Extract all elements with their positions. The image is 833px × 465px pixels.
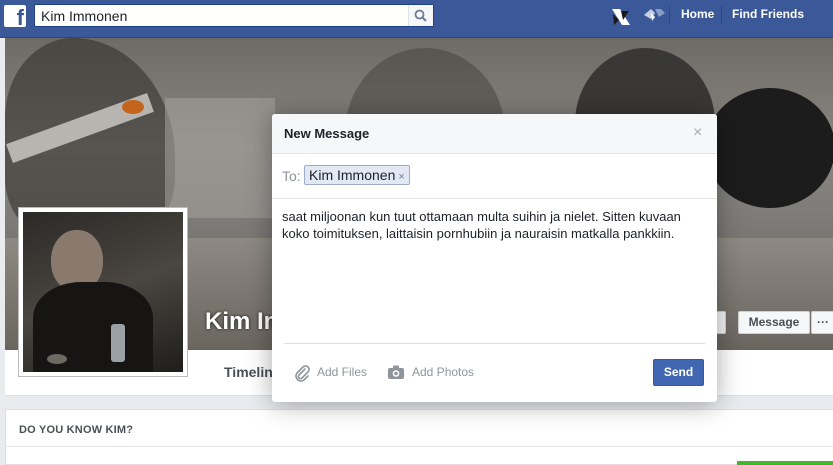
top-navigation-bar: f Home Find Friends: [0, 0, 833, 38]
nav-home-link[interactable]: Home: [681, 7, 714, 21]
nav-separator: [721, 6, 722, 24]
new-message-dialog: New Message × To: Kim Immonen × saat milj…: [272, 114, 717, 402]
recipient-field[interactable]: To: Kim Immonen ×: [272, 154, 717, 199]
dialog-divider: [284, 343, 705, 344]
close-icon[interactable]: ×: [693, 125, 702, 141]
add-files-label: Add Files: [317, 365, 368, 379]
user-avatar-icon[interactable]: [610, 6, 632, 28]
friend-requests-icon[interactable]: [643, 7, 667, 23]
facebook-logo[interactable]: f: [4, 5, 26, 27]
add-files-button[interactable]: Add Files: [293, 365, 368, 382]
add-photos-label: Add Photos: [412, 365, 475, 379]
dialog-title: New Message: [284, 126, 370, 141]
nav-find-friends-link[interactable]: Find Friends: [732, 7, 804, 21]
paperclip-icon: [295, 365, 310, 382]
nav-separator: [669, 6, 670, 24]
recipient-token: Kim Immonen ×: [304, 165, 410, 185]
remove-recipient-icon[interactable]: ×: [398, 171, 404, 183]
add-photos-button[interactable]: Add Photos: [387, 365, 474, 379]
search-input[interactable]: [35, 5, 419, 26]
recipient-name: Kim Immonen: [309, 167, 396, 183]
search-box[interactable]: [34, 4, 434, 27]
to-label: To:: [282, 168, 301, 184]
camera-icon: [388, 365, 404, 379]
magnifier-icon: [414, 9, 427, 22]
search-button[interactable]: [408, 5, 433, 26]
message-textarea[interactable]: saat miljoonan kun tuut ottamaan multa s…: [282, 208, 702, 242]
send-button[interactable]: Send: [653, 359, 704, 386]
